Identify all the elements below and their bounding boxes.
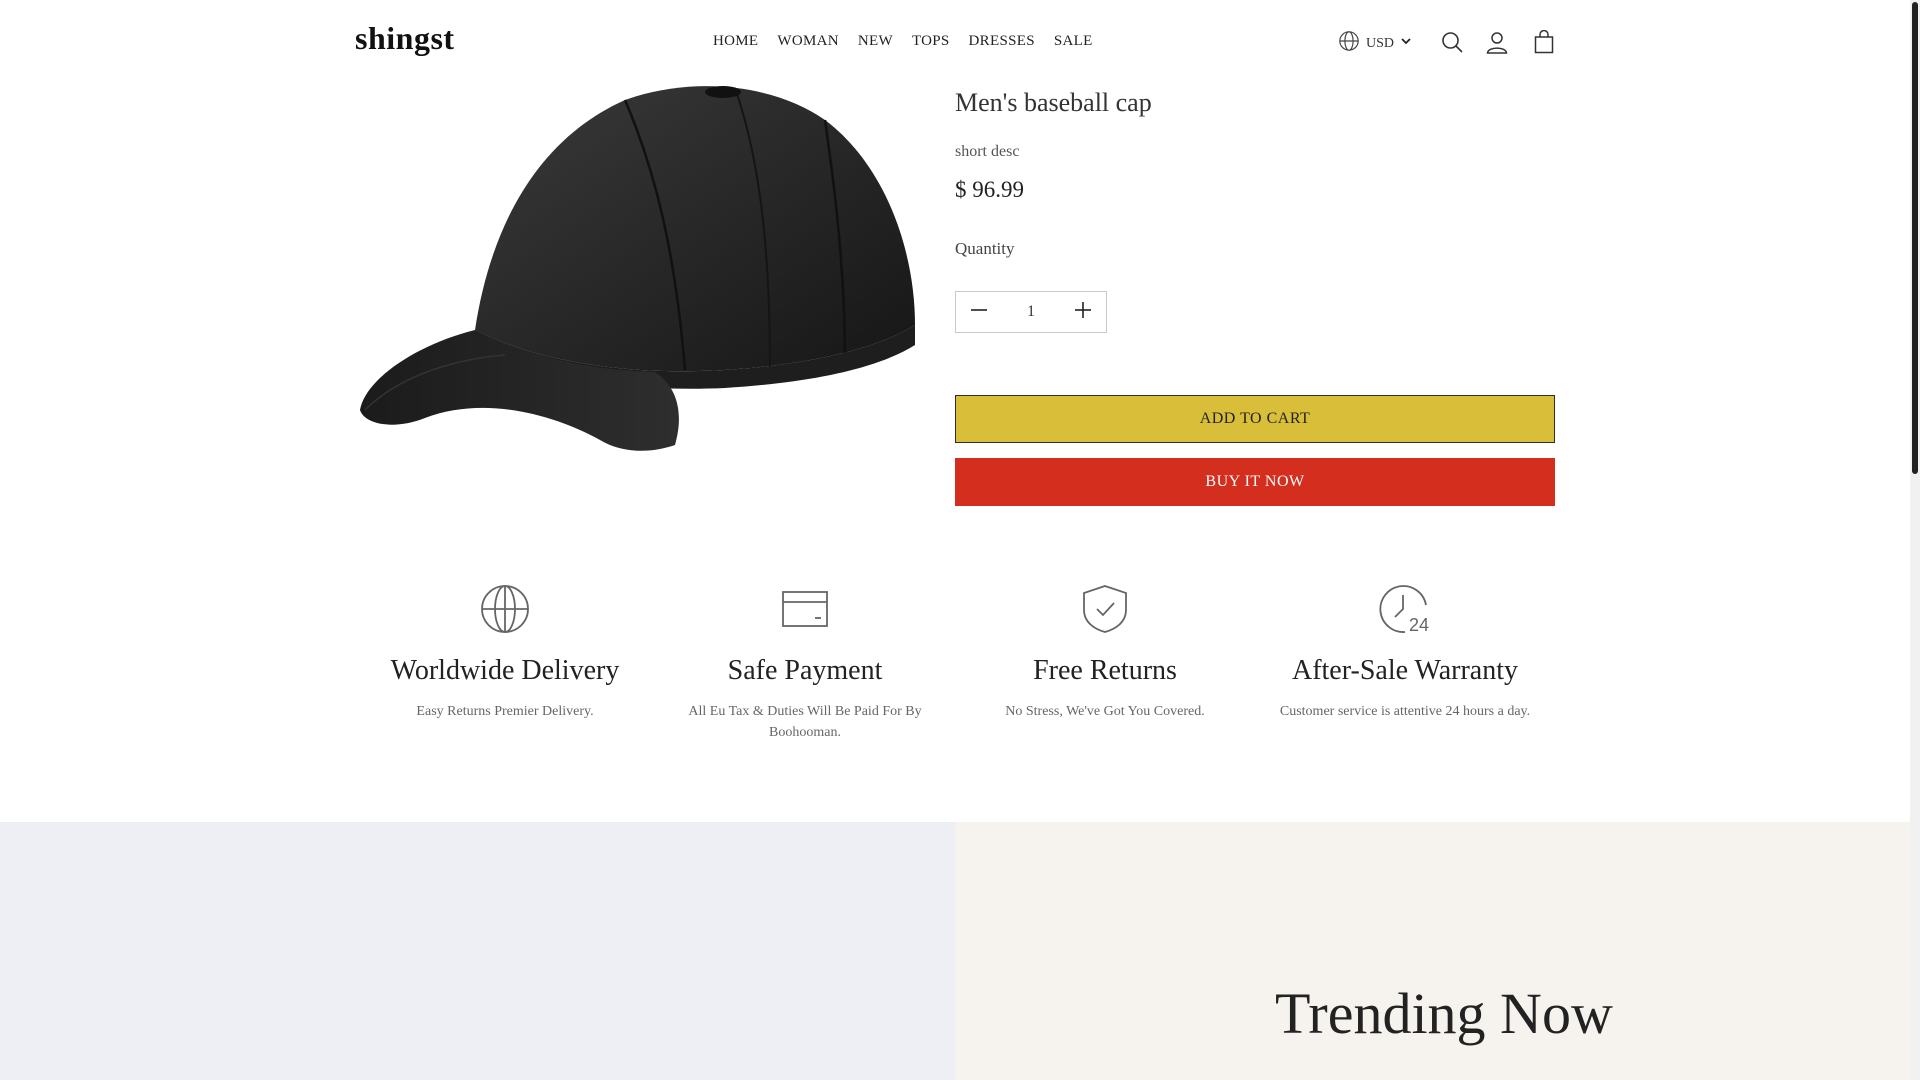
minus-icon — [970, 301, 988, 324]
scrollbar-thumb[interactable] — [1912, 2, 1918, 474]
main-nav: HOME WOMAN NEW TOPS DRESSES SALE — [713, 33, 1112, 50]
chevron-down-icon — [1400, 35, 1412, 52]
nav-item-dresses[interactable]: DRESSES — [969, 33, 1035, 50]
feature-desc: No Stress, We've Got You Covered. — [1005, 704, 1205, 719]
feature-desc: All Eu Tax & Duties Will Be Paid For By … — [688, 704, 922, 740]
quantity-increase-button[interactable] — [1060, 292, 1106, 332]
trending-now-heading: Trending Now — [1275, 981, 1613, 1046]
globe-icon — [1338, 30, 1360, 57]
buy-now-button[interactable]: BUY IT NOW — [955, 458, 1555, 506]
nav-item-woman[interactable]: WOMAN — [777, 33, 839, 50]
clock-24-icon: 24 — [1255, 583, 1555, 635]
quantity-decrease-button[interactable] — [956, 292, 1002, 332]
svg-text:24: 24 — [1409, 615, 1429, 635]
feature-desc: Customer service is attentive 24 hours a… — [1279, 704, 1531, 719]
nav-item-new[interactable]: NEW — [858, 33, 893, 50]
quantity-input[interactable] — [1004, 302, 1058, 322]
product-title: Men's baseball cap — [955, 88, 1152, 117]
cart-icon[interactable] — [1533, 30, 1555, 54]
feature-after-sale-warranty: 24 After-Sale Warranty Customer service … — [1255, 583, 1555, 743]
nav-item-home[interactable]: HOME — [713, 33, 758, 50]
quantity-stepper — [955, 291, 1107, 333]
features-row: Worldwide Delivery Easy Returns Premier … — [355, 583, 1555, 743]
add-to-cart-button[interactable]: ADD TO CART — [955, 395, 1555, 443]
shield-check-icon — [955, 583, 1255, 635]
globe-icon — [355, 583, 655, 635]
feature-title: Free Returns — [1033, 655, 1177, 686]
product-price: $ 96.99 — [955, 177, 1024, 202]
feature-title: After-Sale Warranty — [1291, 655, 1518, 686]
product-image — [355, 80, 925, 460]
plus-icon — [1074, 301, 1092, 324]
site-header: shingst HOME WOMAN NEW TOPS DRESSES SALE… — [0, 0, 1910, 86]
feature-safe-payment: Safe Payment All Eu Tax & Duties Will Be… — [655, 583, 955, 743]
feature-free-returns: Free Returns No Stress, We've Got You Co… — [955, 583, 1255, 743]
product-short-desc: short desc — [955, 143, 1020, 160]
site-logo[interactable]: shingst — [355, 20, 455, 57]
credit-card-icon — [655, 583, 955, 635]
feature-title: Worldwide Delivery — [390, 655, 620, 686]
feature-desc: Easy Returns Premier Delivery. — [416, 704, 594, 719]
currency-label: USD — [1366, 35, 1395, 51]
feature-title: Safe Payment — [727, 655, 883, 686]
nav-item-sale[interactable]: SALE — [1054, 33, 1093, 50]
currency-selector[interactable]: USD — [1338, 30, 1412, 57]
promo-banner-left[interactable] — [0, 822, 955, 1080]
nav-item-tops[interactable]: TOPS — [912, 33, 950, 50]
user-icon[interactable] — [1485, 30, 1509, 54]
search-icon[interactable] — [1440, 30, 1464, 54]
feature-worldwide-delivery: Worldwide Delivery Easy Returns Premier … — [355, 583, 655, 743]
quantity-label: Quantity — [955, 239, 1015, 258]
